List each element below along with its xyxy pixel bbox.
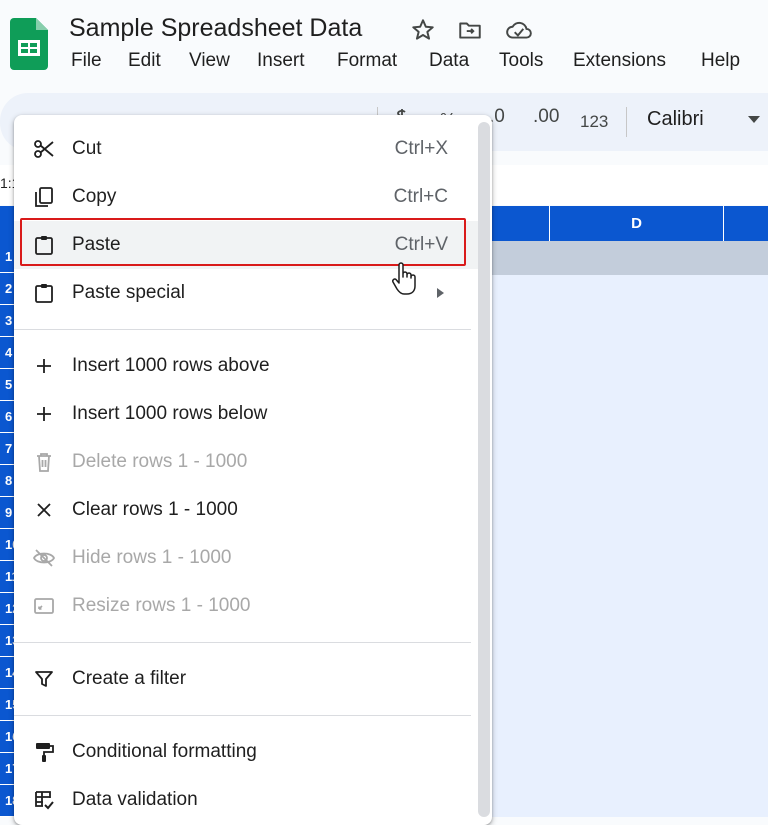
menu-data[interactable]: Data [429, 50, 469, 72]
menu-item-label: Create a filter [72, 668, 187, 689]
row-number[interactable]: 13 [0, 625, 14, 657]
star-icon[interactable] [410, 17, 436, 43]
plus-icon [32, 354, 56, 378]
sheets-logo[interactable] [10, 18, 48, 70]
paste-highlight-box [20, 218, 466, 266]
menu-edit[interactable]: Edit [128, 50, 161, 72]
menu-item-insert-rows-above[interactable]: Insert 1000 rows above [14, 342, 478, 390]
menu-extensions[interactable]: Extensions [573, 50, 666, 72]
document-title[interactable]: Sample Spreadsheet Data [69, 14, 362, 43]
row-number[interactable]: 11 [0, 561, 14, 593]
row-number[interactable]: 14 [0, 657, 14, 689]
resize-icon [32, 594, 56, 618]
menu-scrollbar[interactable] [478, 122, 490, 817]
copy-icon [32, 185, 56, 209]
menu-insert[interactable]: Insert [257, 50, 305, 72]
menu-item-clear-rows[interactable]: Clear rows 1 - 1000 [14, 486, 478, 534]
trash-icon [32, 450, 56, 474]
eye-off-icon [32, 546, 56, 570]
menu-item-hide-rows: Hide rows 1 - 1000 [14, 534, 478, 582]
menu-format[interactable]: Format [337, 50, 397, 72]
menu-item-label: Resize rows 1 - 1000 [72, 595, 251, 616]
move-folder-icon[interactable] [457, 17, 483, 43]
row-number[interactable]: 16 [0, 721, 14, 753]
hand-pointer-cursor [391, 262, 419, 296]
number-format-button[interactable]: 123 [580, 112, 608, 132]
menu-item-label: Paste special [72, 282, 186, 303]
font-family-select[interactable]: Calibri [647, 108, 704, 131]
menu-item-conditional-formatting[interactable]: Conditional formatting [14, 728, 478, 776]
toolbar-divider [626, 107, 627, 137]
menu-help[interactable]: Help [701, 50, 740, 72]
menu-item-resize-rows: Resize rows 1 - 1000 [14, 582, 478, 630]
menu-item-label: Insert 1000 rows above [72, 355, 270, 376]
row-number[interactable]: 2 [0, 273, 14, 305]
close-icon [32, 498, 56, 522]
row-number[interactable]: 8 [0, 465, 14, 497]
filter-icon [32, 667, 56, 691]
clipboard-icon [32, 281, 56, 305]
data-validation-icon [32, 788, 56, 812]
plus-icon [32, 402, 56, 426]
menu-item-create-filter[interactable]: Create a filter [14, 655, 478, 703]
row-number[interactable]: 12 [0, 593, 14, 625]
column-header-d[interactable]: D [549, 206, 724, 241]
menu-item-label: Conditional formatting [72, 741, 257, 762]
shortcut-label: Ctrl+C [393, 186, 448, 207]
row-number[interactable]: 15 [0, 689, 14, 721]
menu-item-insert-rows-below[interactable]: Insert 1000 rows below [14, 390, 478, 438]
menu-item-delete-rows: Delete rows 1 - 1000 [14, 438, 478, 486]
cloud-saved-icon[interactable] [505, 17, 532, 43]
menu-item-label: Clear rows 1 - 1000 [72, 499, 238, 520]
menu-item-label: Copy [72, 186, 117, 207]
row-number[interactable]: 1 [0, 241, 14, 273]
paint-roller-icon [32, 740, 56, 764]
scissors-icon [32, 137, 56, 161]
menu-item-label: Data validation [72, 789, 198, 810]
row-number[interactable]: 3 [0, 305, 14, 337]
menu-file[interactable]: File [71, 50, 102, 72]
row-number[interactable]: 18 [0, 785, 14, 817]
row-number[interactable]: 10 [0, 529, 14, 561]
row-number[interactable]: 4 [0, 337, 14, 369]
menu-item-label: Cut [72, 138, 102, 159]
menu-tools[interactable]: Tools [499, 50, 543, 72]
submenu-arrow-icon [437, 288, 444, 298]
increase-decimal-button[interactable]: .00 [533, 106, 559, 128]
menu-item-label: Hide rows 1 - 1000 [72, 547, 232, 568]
row-number[interactable]: 7 [0, 433, 14, 465]
menu-view[interactable]: View [189, 50, 230, 72]
row-number[interactable]: 6 [0, 401, 14, 433]
menu-item-label: Delete rows 1 - 1000 [72, 451, 248, 472]
menu-divider [14, 329, 471, 330]
menu-item-cut[interactable]: Cut Ctrl+X [14, 125, 478, 173]
menu-item-copy[interactable]: Copy Ctrl+C [14, 173, 478, 221]
row-number[interactable]: 5 [0, 369, 14, 401]
menu-item-label: Insert 1000 rows below [72, 403, 268, 424]
menu-divider [14, 642, 471, 643]
row-number[interactable]: 9 [0, 497, 14, 529]
menu-divider [14, 715, 471, 716]
font-dropdown-icon[interactable] [748, 116, 760, 123]
shortcut-label: Ctrl+X [394, 138, 448, 159]
row-number[interactable]: 17 [0, 753, 14, 785]
